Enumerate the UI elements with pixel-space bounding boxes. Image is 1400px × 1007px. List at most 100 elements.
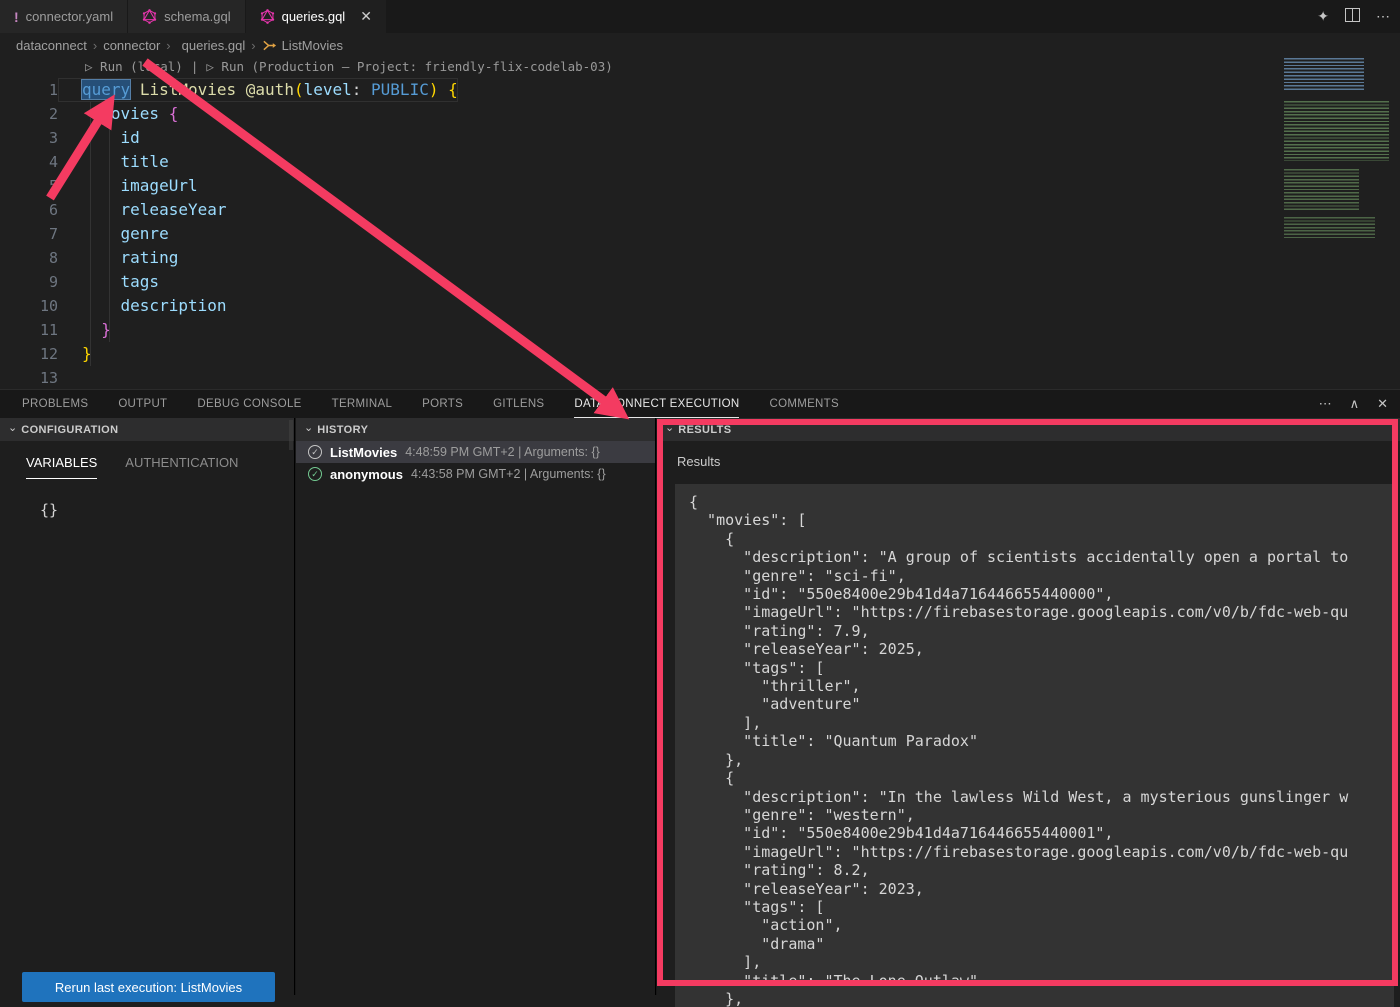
tab-label: connector.yaml [26,9,113,24]
minimap[interactable] [1282,57,1396,240]
breadcrumb-separator: › [166,38,170,53]
run-local-link[interactable]: ▷ Run (local) [85,59,183,74]
config-tab-authentication[interactable]: AUTHENTICATION [125,455,238,479]
line-number: 10 [0,294,58,318]
line-number: 2 [0,102,58,126]
more-actions-icon[interactable]: ⋯ [1376,8,1390,25]
code-text: movies { [58,102,178,126]
code-token [82,248,121,267]
minimap-content [1284,217,1375,239]
code-line[interactable]: 4 title [0,150,458,174]
panel-tab-gitlens[interactable]: GITLENS [493,390,544,418]
results-json-line: { [689,530,1394,548]
panel-tab-terminal[interactable]: TERMINAL [332,390,393,418]
code-token: query [82,80,130,99]
results-json-line: "movies": [ [689,511,1394,529]
code-line[interactable]: 6 releaseYear [0,198,458,222]
results-json-line: "releaseYear": 2025, [689,640,1394,658]
results-json-line: }, [689,990,1394,1007]
minimap-content [1284,169,1359,211]
split-editor-icon[interactable] [1345,8,1360,25]
results-json-line: ], [689,714,1394,732]
code-token: { [169,104,179,123]
breadcrumb-separator: › [93,38,97,53]
code-token: movies [101,104,159,123]
code-token [82,128,121,147]
panel-tab-data-connect-execution[interactable]: DATA CONNECT EXECUTION [574,390,739,418]
config-tab-variables[interactable]: VARIABLES [26,455,97,479]
code-line[interactable]: 9 tags [0,270,458,294]
chevron-down-icon: ⌄ [8,421,17,434]
panel-tab-problems[interactable]: PROBLEMS [22,390,88,418]
panel-tab-ports[interactable]: PORTS [422,390,463,418]
panel-tab-output[interactable]: OUTPUT [118,390,167,418]
code-editor[interactable]: ▷ Run (local) | ▷ Run (Production – Proj… [0,57,1400,389]
results-json-line: "rating": 8.2, [689,861,1394,879]
code-text: } [58,342,92,366]
results-header[interactable]: ⌄ RESULTS [657,418,1400,441]
code-line[interactable]: 3 id [0,126,458,150]
history-header[interactable]: ⌄ HISTORY [296,418,655,441]
code-line[interactable]: 8 rating [0,246,458,270]
code-text: releaseYear [58,198,227,222]
history-item-ListMovies[interactable]: ✓ ListMovies 4:48:59 PM GMT+2 | Argument… [296,441,655,463]
minimap-content [1284,101,1389,161]
tab-close-icon[interactable]: ✕ [360,8,372,25]
panel-more-icon[interactable]: ⋯ [1319,396,1332,412]
results-json[interactable]: { "movies": [ { "description": "A group … [675,484,1394,1007]
code-line[interactable]: 5 imageUrl [0,174,458,198]
breadcrumb-label: queries.gql [182,38,246,53]
results-json-line: "description": "In the lawless Wild West… [689,788,1394,806]
results-json-line: "rating": 7.9, [689,622,1394,640]
breadcrumb-item-connector[interactable]: connector [103,38,160,53]
editor-tab-schema.gql[interactable]: schema.gql [128,0,244,33]
results-json-line: "title": "The Lone Outlaw" [689,972,1394,990]
breadcrumb-item-queries.gql[interactable]: queries.gql [177,38,246,53]
code-text [58,366,82,390]
code-token [82,104,101,123]
code-token [130,80,140,99]
code-line[interactable]: 7 genre [0,222,458,246]
rerun-button[interactable]: Rerun last execution: ListMovies [22,972,275,1002]
graphql-icon [142,9,157,24]
line-number: 4 [0,150,58,174]
variables-value[interactable]: {} [0,479,294,519]
code-line[interactable]: 13 [0,366,458,390]
code-text: rating [58,246,178,270]
results-json-line: "imageUrl": "https://firebasestorage.goo… [689,843,1394,861]
panel-tab-comments[interactable]: COMMENTS [769,390,838,418]
history-item-meta: 4:48:59 PM GMT+2 | Arguments: {} [405,445,600,459]
codelens-separator: | [191,59,199,74]
configuration-header[interactable]: ⌄ CONFIGURATION [0,418,294,441]
minimap-content [1284,58,1364,92]
results-title: RESULTS [678,424,731,436]
editor-actions: ✦ ⋯ [1317,0,1390,33]
editor-tab-queries.gql[interactable]: queries.gql✕ [246,0,386,33]
breadcrumb-item-ListMovies[interactable]: ListMovies [262,38,343,53]
code-token [82,200,121,219]
graphql-icon [260,9,275,24]
panel-tab-debug-console[interactable]: DEBUG CONSOLE [197,390,301,418]
code-text: query ListMovies @auth(level: PUBLIC) { [58,78,458,102]
history-item-anonymous[interactable]: ✓ anonymous 4:43:58 PM GMT+2 | Arguments… [296,463,655,485]
code-line[interactable]: 12 } [0,342,458,366]
code-line[interactable]: 2 movies { [0,102,458,126]
scrollbar[interactable] [289,420,293,450]
breadcrumb-item-dataconnect[interactable]: dataconnect [16,38,87,53]
results-label: Results [657,441,1400,469]
results-json-line: "genre": "western", [689,806,1394,824]
panel-maximize-icon[interactable]: ∧ [1350,396,1360,412]
results-json-line: "description": "A group of scientists ac… [689,548,1394,566]
sparkle-icon[interactable]: ✦ [1317,8,1329,25]
code-token: genre [121,224,169,243]
history-item-name: anonymous [330,467,403,482]
line-number: 6 [0,198,58,222]
editor-tab-connector.yaml[interactable]: ! connector.yaml [0,0,127,33]
code-line[interactable]: 10 description [0,294,458,318]
panel-close-icon[interactable]: ✕ [1377,396,1388,412]
code-line[interactable]: 11 } [0,318,458,342]
breadcrumb-label: connector [103,38,160,53]
code-line[interactable]: 1 query ListMovies @auth(level: PUBLIC) … [0,78,458,102]
run-production-link[interactable]: ▷ Run (Production – Project: friendly-fl… [206,59,612,74]
warning-icon: ! [14,9,19,25]
